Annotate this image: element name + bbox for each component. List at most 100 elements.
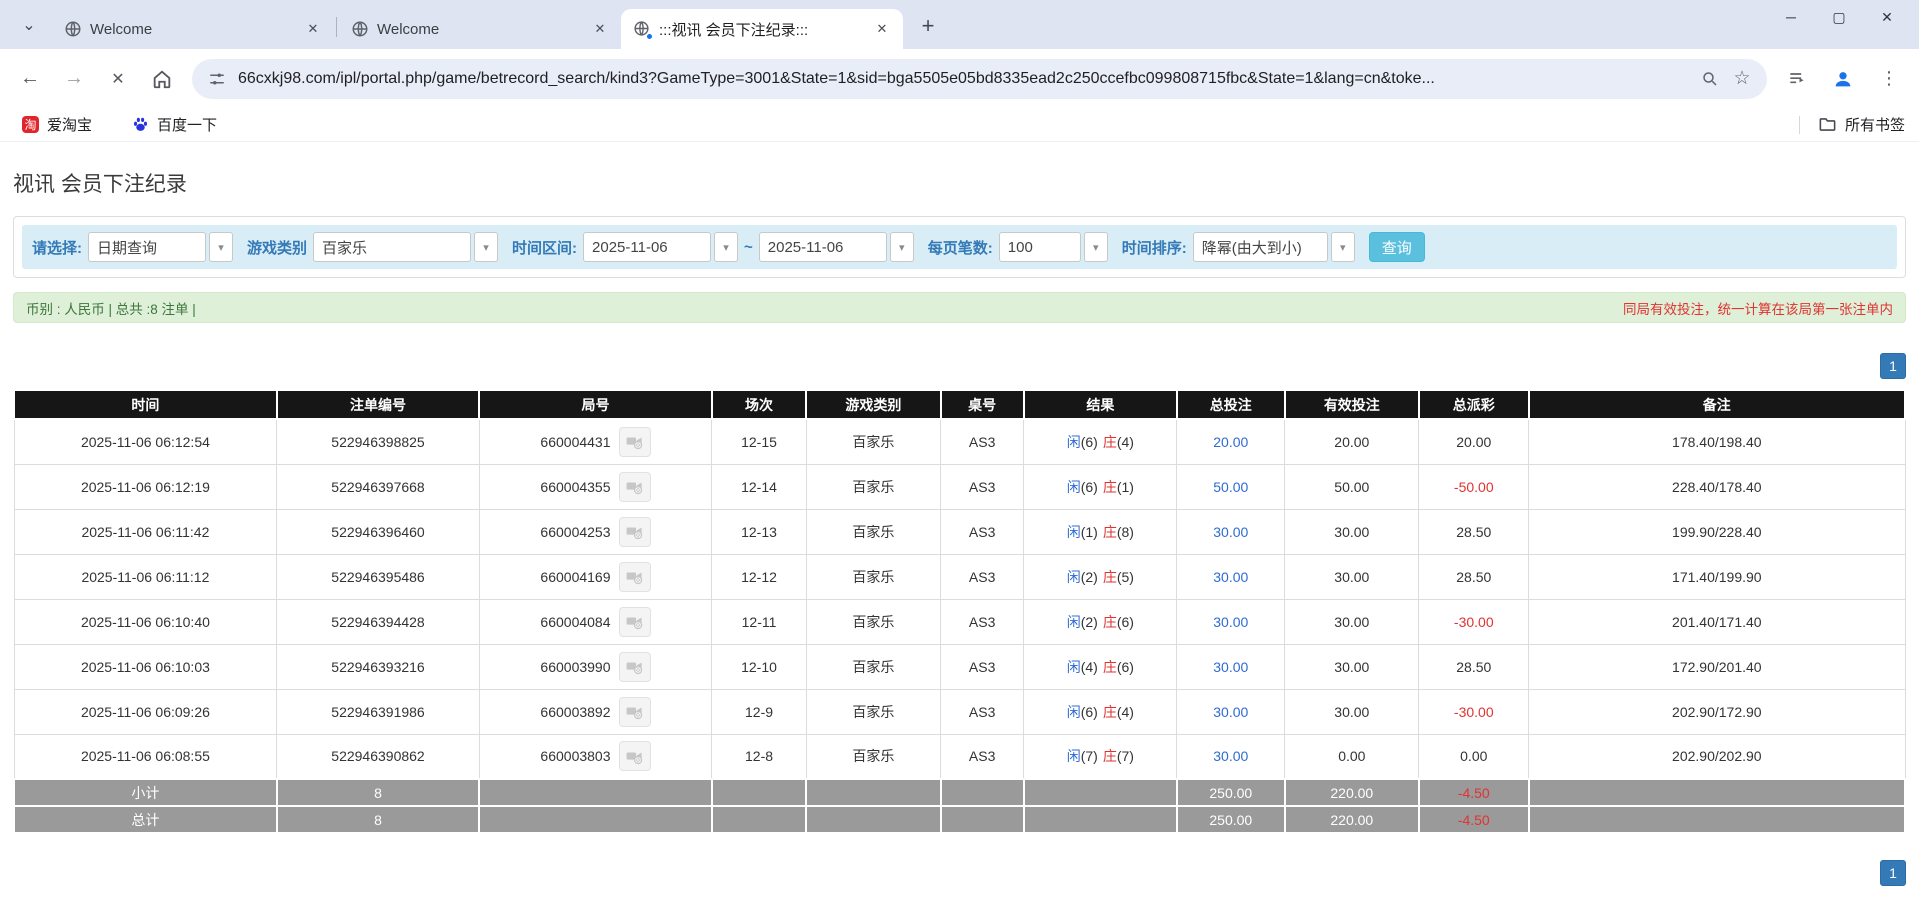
chevron-down-icon[interactable]: ▾ [1084,232,1108,262]
zoom-icon[interactable] [1699,68,1721,90]
bookmarks-bar: 淘 爱淘宝 百度一下 所有书签 [0,108,1919,142]
cell-round: 660003803 [479,734,712,779]
page-size-select[interactable]: 100 ▾ [999,232,1108,262]
cell-total-bet[interactable]: 50.00 [1177,464,1285,509]
tab-divider [336,17,337,37]
video-replay-button[interactable] [619,562,651,592]
video-camera-icon [625,477,644,496]
round-number: 660003892 [540,704,610,720]
bookmark-star-icon[interactable]: ☆ [1731,68,1753,90]
col-game-type: 游戏类别 [806,391,940,419]
cell-total-bet[interactable]: 30.00 [1177,599,1285,644]
tab-welcome-1[interactable]: Welcome ✕ [52,9,334,49]
cell-total-bet[interactable]: 30.00 [1177,734,1285,779]
cell-total-bet[interactable]: 20.00 [1177,419,1285,464]
chevron-down-icon: ⌄ [22,15,35,35]
chevron-down-icon[interactable]: ▾ [714,232,738,262]
cell-bet-id: 522946390862 [277,734,479,779]
cell-payout: 28.50 [1419,509,1529,554]
query-type-select[interactable]: 日期查询 ▾ [88,232,233,262]
video-replay-button[interactable] [619,517,651,547]
page-content: 视讯 会员下注纪录 请选择: 日期查询 ▾ 游戏类别 百家乐 ▾ 时间区间: 2… [0,168,1919,886]
cell-round: 660004431 [479,419,712,464]
chevron-down-icon[interactable]: ▾ [474,232,498,262]
home-icon [151,68,173,90]
globe-icon [351,20,369,38]
page-1-button[interactable]: 1 [1880,860,1906,886]
site-info-icon[interactable] [206,68,228,90]
window-maximize-button[interactable]: ▢ [1815,0,1863,34]
window-minimize-button[interactable]: ─ [1767,0,1815,34]
tab-close-button[interactable]: ✕ [302,18,324,40]
media-controls-icon[interactable] [1777,59,1817,99]
table-row: 2025-11-06 06:11:42 522946396460 6600042… [14,509,1905,554]
round-number: 660003803 [540,748,610,764]
date-from-select[interactable]: 2025-11-06 ▾ [583,232,738,262]
all-bookmarks-label[interactable]: 所有书签 [1845,114,1905,135]
video-replay-button[interactable] [619,741,651,771]
player-result: 闲 [1067,524,1081,540]
date-from-value: 2025-11-06 [583,232,711,262]
game-type-select[interactable]: 百家乐 ▾ [313,232,498,262]
page-1-button[interactable]: 1 [1880,353,1906,379]
tab-close-button[interactable]: ✕ [589,18,611,40]
cell-table: AS3 [941,554,1024,599]
video-replay-button[interactable] [619,607,651,637]
video-replay-button[interactable] [619,652,651,682]
chevron-down-icon[interactable]: ▾ [890,232,914,262]
video-camera-icon [625,522,644,541]
cell-valid-bet: 20.00 [1285,419,1419,464]
new-tab-button[interactable]: + [911,9,945,43]
tab-betrecord-active[interactable]: :::视讯 会员下注纪录::: ✕ [621,9,903,49]
address-bar[interactable]: 66cxkj98.com/ipl/portal.php/game/betreco… [192,59,1767,99]
cell-total-bet[interactable]: 30.00 [1177,509,1285,554]
cell-time: 2025-11-06 06:10:40 [14,599,277,644]
video-replay-button[interactable] [619,427,651,457]
col-session: 场次 [712,391,807,419]
bookmark-baidu[interactable]: 百度一下 [124,110,225,139]
cell-total-bet[interactable]: 30.00 [1177,689,1285,734]
video-replay-button[interactable] [619,472,651,502]
person-icon [1832,68,1854,90]
back-button[interactable]: ← [10,59,50,99]
bookmarks-separator [1799,116,1800,134]
stop-loading-button[interactable]: ✕ [98,59,138,99]
video-camera-icon [625,567,644,586]
cell-bet-id: 522946397668 [277,464,479,509]
url-text[interactable]: 66cxkj98.com/ipl/portal.php/game/betreco… [238,70,1689,88]
cell-bet-id: 522946394428 [277,599,479,644]
forward-button[interactable]: → [54,59,94,99]
table-body: 2025-11-06 06:12:54 522946398825 6600044… [14,419,1905,779]
col-note: 备注 [1529,391,1905,419]
profile-avatar[interactable] [1823,59,1863,99]
cell-result: 闲(2)庄(5) [1024,554,1177,599]
table-row: 2025-11-06 06:12:19 522946397668 6600043… [14,464,1905,509]
cell-table: AS3 [941,464,1024,509]
search-button[interactable]: 查询 [1369,232,1425,262]
date-to-select[interactable]: 2025-11-06 ▾ [759,232,914,262]
video-replay-button[interactable] [619,697,651,727]
player-score: (1) [1081,524,1098,540]
tab-close-button[interactable]: ✕ [871,18,893,40]
sort-select[interactable]: 降幂(由大到小) ▾ [1193,232,1355,262]
window-close-button[interactable]: ✕ [1863,0,1911,34]
bookmark-taobao[interactable]: 淘 爱淘宝 [14,110,100,139]
home-button[interactable] [142,59,182,99]
subtotal-total-bet: 250.00 [1177,779,1285,806]
table-row: 2025-11-06 06:10:03 522946393216 6600039… [14,644,1905,689]
chevron-down-icon[interactable]: ▾ [209,232,233,262]
taobao-icon: 淘 [22,116,39,133]
browser-menu-button[interactable]: ⋮ [1869,59,1909,99]
player-result: 闲 [1067,659,1081,675]
chevron-down-icon[interactable]: ▾ [1331,232,1355,262]
cell-total-bet[interactable]: 30.00 [1177,554,1285,599]
cell-note: 202.90/172.90 [1529,689,1905,734]
table-row: 2025-11-06 06:12:54 522946398825 6600044… [14,419,1905,464]
cell-total-bet[interactable]: 30.00 [1177,644,1285,689]
sort-label: 时间排序: [1122,237,1187,258]
player-result: 闲 [1067,614,1081,630]
tab-welcome-2[interactable]: Welcome ✕ [339,9,621,49]
cell-bet-id: 522946396460 [277,509,479,554]
cell-payout: 0.00 [1419,734,1529,779]
tab-search-button[interactable]: ⌄ [12,8,46,42]
